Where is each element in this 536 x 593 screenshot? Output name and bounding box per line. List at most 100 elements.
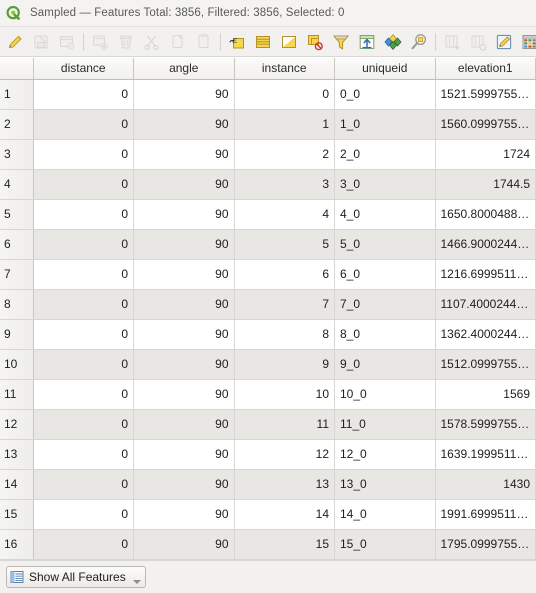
cell-distance[interactable]: 0 — [33, 529, 134, 560]
cell-elevation1[interactable]: 1512.099975585... — [435, 349, 536, 380]
table-row[interactable]: 10 0 90 9 9_0 1512.099975585... — [0, 349, 536, 380]
cell-instance[interactable]: 14 — [234, 499, 335, 530]
row-number-cell[interactable]: 10 — [0, 349, 34, 380]
row-number-cell[interactable]: 1 — [0, 79, 34, 110]
field-calculator-icon[interactable] — [492, 30, 516, 54]
cell-elevation1[interactable]: 1744.5 — [435, 169, 536, 200]
cell-distance[interactable]: 0 — [33, 109, 134, 140]
row-number-cell[interactable]: 16 — [0, 529, 34, 560]
cell-uniqueid[interactable]: 7_0 — [334, 289, 436, 320]
cell-instance[interactable]: 11 — [234, 409, 335, 440]
cell-angle[interactable]: 90 — [133, 529, 235, 560]
row-number-cell[interactable]: 12 — [0, 409, 34, 440]
cell-angle[interactable]: 90 — [133, 469, 235, 500]
cell-uniqueid[interactable]: 9_0 — [334, 349, 436, 380]
cell-uniqueid[interactable]: 0_0 — [334, 79, 436, 110]
cell-instance[interactable]: 1 — [234, 109, 335, 140]
cell-uniqueid[interactable]: 5_0 — [334, 229, 436, 260]
cell-angle[interactable]: 90 — [133, 289, 235, 320]
cell-angle[interactable]: 90 — [133, 379, 235, 410]
cell-distance[interactable]: 0 — [33, 499, 134, 530]
cell-angle[interactable]: 90 — [133, 409, 235, 440]
move-selection-to-top-icon[interactable] — [355, 30, 379, 54]
table-corner-header[interactable] — [0, 58, 34, 80]
cell-instance[interactable]: 0 — [234, 79, 335, 110]
cell-angle[interactable]: 90 — [133, 139, 235, 170]
cell-instance[interactable]: 6 — [234, 259, 335, 290]
row-number-cell[interactable]: 14 — [0, 469, 34, 500]
table-row[interactable]: 13 0 90 12 12_0 1639.199951171... — [0, 439, 536, 470]
cell-angle[interactable]: 90 — [133, 259, 235, 290]
row-number-cell[interactable]: 4 — [0, 169, 34, 200]
cell-instance[interactable]: 15 — [234, 529, 335, 560]
cell-elevation1[interactable]: 1650.800048828... — [435, 199, 536, 230]
row-number-cell[interactable]: 9 — [0, 319, 34, 350]
cell-distance[interactable]: 0 — [33, 349, 134, 380]
cell-instance[interactable]: 3 — [234, 169, 335, 200]
row-number-cell[interactable]: 3 — [0, 139, 34, 170]
row-number-cell[interactable]: 13 — [0, 439, 34, 470]
cell-instance[interactable]: 13 — [234, 469, 335, 500]
row-number-cell[interactable]: 2 — [0, 109, 34, 140]
cell-distance[interactable]: 0 — [33, 139, 134, 170]
cell-angle[interactable]: 90 — [133, 199, 235, 230]
column-header-angle[interactable]: angle — [133, 58, 235, 80]
cell-distance[interactable]: 0 — [33, 409, 134, 440]
cell-angle[interactable]: 90 — [133, 319, 235, 350]
cell-uniqueid[interactable]: 13_0 — [334, 469, 436, 500]
cell-distance[interactable]: 0 — [33, 289, 134, 320]
cell-uniqueid[interactable]: 10_0 — [334, 379, 436, 410]
cell-uniqueid[interactable] — [334, 559, 436, 560]
column-header-elevation1[interactable]: elevation1 — [435, 58, 536, 80]
deselect-all-icon[interactable] — [303, 30, 327, 54]
cell-angle[interactable] — [133, 559, 235, 560]
cell-instance[interactable]: 5 — [234, 229, 335, 260]
row-number-cell[interactable] — [0, 559, 34, 560]
cell-instance[interactable] — [234, 559, 335, 560]
select-all-icon[interactable] — [251, 30, 275, 54]
cell-instance[interactable]: 12 — [234, 439, 335, 470]
table-row[interactable]: 4 0 90 3 3_0 1744.5 — [0, 169, 536, 200]
cell-angle[interactable]: 90 — [133, 229, 235, 260]
cell-uniqueid[interactable]: 11_0 — [334, 409, 436, 440]
cell-elevation1[interactable]: 1560.099975585... — [435, 109, 536, 140]
cell-uniqueid[interactable]: 12_0 — [334, 439, 436, 470]
row-number-cell[interactable]: 6 — [0, 229, 34, 260]
cell-distance[interactable]: 0 — [33, 379, 134, 410]
table-row[interactable]: 14 0 90 13 13_0 1430 — [0, 469, 536, 500]
table-row[interactable]: 7 0 90 6 6_0 1216.699951171... — [0, 259, 536, 290]
cell-uniqueid[interactable]: 3_0 — [334, 169, 436, 200]
cell-uniqueid[interactable]: 1_0 — [334, 109, 436, 140]
cell-elevation1[interactable]: 1991.699951171... — [435, 499, 536, 530]
table-row[interactable] — [0, 559, 536, 560]
cell-elevation1[interactable]: 1107.400024414... — [435, 289, 536, 320]
cell-distance[interactable]: 0 — [33, 169, 134, 200]
column-header-uniqueid[interactable]: uniqueid — [334, 58, 436, 80]
table-row[interactable]: 12 0 90 11 11_0 1578.599975585... — [0, 409, 536, 440]
cell-instance[interactable]: 10 — [234, 379, 335, 410]
cell-angle[interactable]: 90 — [133, 499, 235, 530]
cell-distance[interactable]: 0 — [33, 259, 134, 290]
cell-angle[interactable]: 90 — [133, 169, 235, 200]
table-row[interactable]: 2 0 90 1 1_0 1560.099975585... — [0, 109, 536, 140]
cell-elevation1[interactable]: 1578.599975585... — [435, 409, 536, 440]
cell-elevation1[interactable]: 1216.699951171... — [435, 259, 536, 290]
table-row[interactable]: 3 0 90 2 2_0 1724 — [0, 139, 536, 170]
table-row[interactable]: 15 0 90 14 14_0 1991.699951171... — [0, 499, 536, 530]
cell-uniqueid[interactable]: 6_0 — [334, 259, 436, 290]
cell-distance[interactable]: 0 — [33, 79, 134, 110]
cell-uniqueid[interactable]: 8_0 — [334, 319, 436, 350]
cell-uniqueid[interactable]: 15_0 — [334, 529, 436, 560]
cell-instance[interactable]: 8 — [234, 319, 335, 350]
cell-elevation1[interactable]: 1466.900024414... — [435, 229, 536, 260]
cell-angle[interactable]: 90 — [133, 109, 235, 140]
column-header-distance[interactable]: distance — [33, 58, 134, 80]
row-number-cell[interactable]: 15 — [0, 499, 34, 530]
column-header-instance[interactable]: instance — [234, 58, 335, 80]
pan-to-selection-icon[interactable] — [381, 30, 405, 54]
cell-elevation1[interactable]: 1795.099975585... — [435, 529, 536, 560]
toggle-editing-icon[interactable] — [3, 30, 27, 54]
select-by-expression-icon[interactable]: ε — [225, 30, 249, 54]
cell-distance[interactable]: 0 — [33, 319, 134, 350]
attribute-table-scroll-area[interactable]: distance angle instance uniqueid elevati… — [0, 57, 536, 560]
